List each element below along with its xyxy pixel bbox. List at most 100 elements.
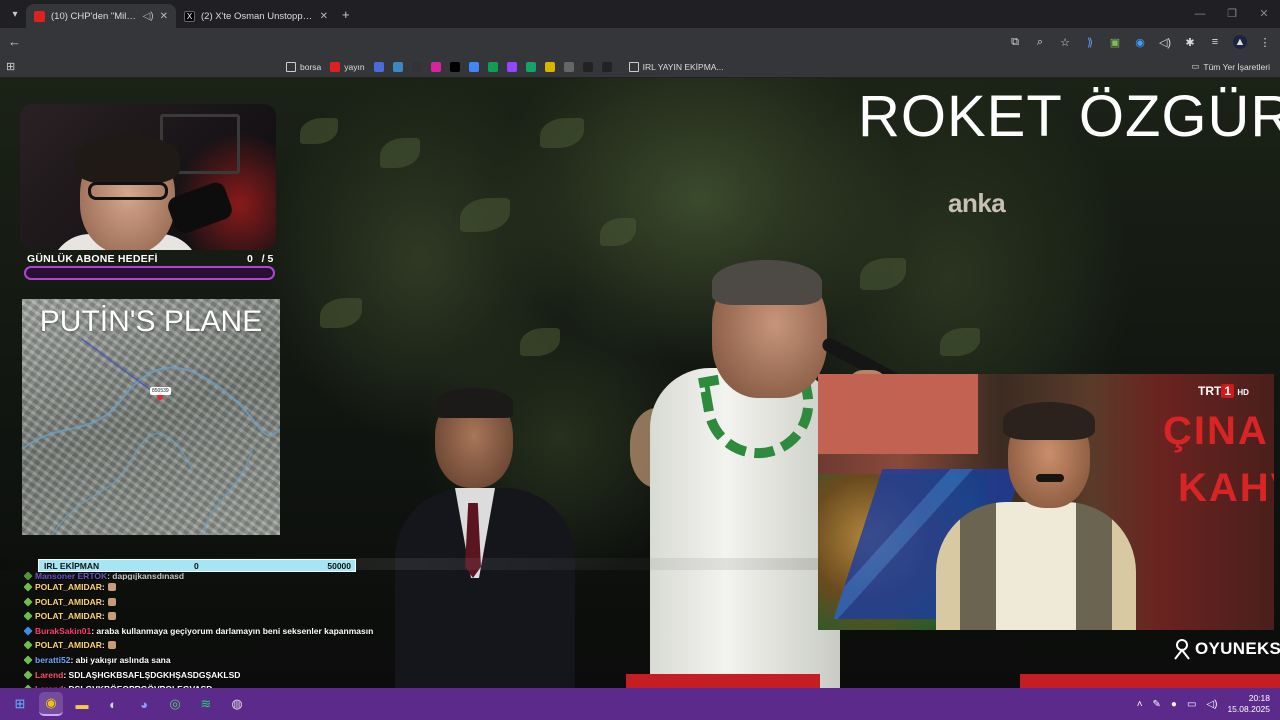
bookmark-item[interactable] [582, 62, 593, 72]
bookmarks-bar: ⊞ borsa yayın IRL YAYIN EKİPMA... ▭ Tüm Ye… [0, 56, 1280, 78]
bookmark-item[interactable] [430, 62, 441, 72]
headline-text: ROKET ÖZGÜR [858, 84, 1280, 149]
oyuneks-logo-icon [1174, 639, 1190, 660]
irl-equipment-goal-bar: IRL EKİPMAN 0 50000 [38, 559, 356, 572]
steam-icon[interactable]: ◐ [101, 692, 125, 716]
x-icon [449, 62, 460, 72]
chat-text: : araba kullanmaya geçiyorum darlamayın … [91, 625, 374, 636]
tv-sign-line2: KAHV [1178, 466, 1274, 510]
clock-date: 15.08.2025 [1227, 704, 1270, 714]
close-tab-icon[interactable]: ✕ [320, 11, 328, 22]
chevron-up-icon[interactable]: ˄ [1137, 699, 1143, 710]
reading-list-icon[interactable]: ≡ [1208, 35, 1222, 49]
bookmark-item[interactable] [544, 62, 555, 72]
x-icon: X [184, 10, 195, 22]
bookmark-item[interactable] [506, 62, 517, 72]
browser-tab-strip: ▾ (10) CHP'den "Millet İradesi ◁) ✕ X (2… [0, 0, 1280, 28]
kebab-menu-icon[interactable]: ⋮ [1258, 35, 1272, 49]
bookmark-1-icon [373, 62, 384, 72]
microphone-icon[interactable]: ● [1171, 699, 1177, 710]
chat-username[interactable]: POLAT_AMIDAR [35, 640, 102, 650]
chat-message: POLAT_AMIDAR: [24, 638, 374, 653]
tab-youtube[interactable]: (10) CHP'den "Millet İradesi ◁) ✕ [26, 4, 176, 28]
chrome-icon[interactable]: ◉ [39, 692, 63, 716]
user-badge-icon [24, 582, 33, 592]
tv-clip-inset: ÇINA KAHV TRT1 HD [818, 374, 1274, 630]
zoom-icon[interactable]: ⌕ [1033, 35, 1047, 49]
close-window-icon[interactable]: ✕ [1248, 0, 1280, 28]
bookmark-item[interactable] [563, 62, 574, 72]
chat-username[interactable]: POLAT_AMIDAR [35, 611, 102, 621]
install-app-icon[interactable]: ⧉ [1008, 35, 1022, 49]
extension-3-icon[interactable]: ◉ [1133, 35, 1147, 49]
volume-extension-icon[interactable]: ◁) [1158, 35, 1172, 49]
chat-username[interactable]: Larend [35, 670, 63, 680]
spotify-icon[interactable]: ≋ [194, 692, 218, 716]
display-icon[interactable]: ▭ [1187, 699, 1196, 710]
pen-icon[interactable]: ✎ [1153, 699, 1161, 710]
discord-icon[interactable]: ◕ [132, 692, 156, 716]
toolbar-actions: ⧉ ⌕ ☆ ⟫ ▣ ◉ ◁) ✱ ≡ ▲ ⋮ [1008, 28, 1272, 56]
sub-goal-progress-bar [24, 266, 275, 280]
bookmark-item[interactable] [601, 62, 612, 72]
bookmark-yellow-icon [544, 62, 555, 72]
obs-icon[interactable]: ◍ [225, 692, 249, 716]
chat-text: : [101, 611, 105, 622]
user-badge-icon [24, 626, 33, 636]
sub-goal-target: / 5 [261, 253, 274, 265]
chat-username[interactable]: POLAT_AMIDAR [35, 597, 102, 607]
docs-icon [468, 62, 479, 72]
bookmark-item[interactable]: borsa [286, 62, 321, 72]
back-arrow-icon[interactable]: ← [8, 34, 21, 49]
profile-avatar-icon[interactable]: ▲ [1233, 35, 1247, 49]
tab-title: (10) CHP'den "Millet İradesi [51, 10, 137, 22]
tab-x[interactable]: X (2) X'te Osman Unstoppable: "2 ✕ [176, 4, 336, 28]
chat-username[interactable]: POLAT_AMIDAR [35, 582, 102, 592]
apps-grid-icon[interactable]: ⊞ [6, 60, 15, 73]
bookmark-item[interactable] [373, 62, 384, 72]
bookmark-item[interactable]: IRL YAYIN EKİPMA... [628, 62, 724, 72]
bookmark-item[interactable] [392, 62, 403, 72]
maximize-icon[interactable]: ❐ [1216, 0, 1248, 28]
chat-emote-icon [107, 612, 116, 621]
bookmark-item[interactable] [449, 62, 460, 72]
trt-logo: TRT 1 HD [1198, 384, 1249, 398]
system-tray: ˄ ✎ ● ▭ ◁) 20:18 15.08.2025 [1137, 688, 1270, 720]
youtube-icon [330, 62, 341, 72]
extensions-puzzle-icon[interactable]: ✱ [1183, 35, 1197, 49]
speaker-icon[interactable]: ◁) [143, 11, 154, 22]
new-tab-button[interactable]: + [342, 7, 350, 22]
chat-text: : dapgıjkansdınasd [107, 572, 185, 580]
bookmark-item[interactable] [468, 62, 479, 72]
extension-2-icon[interactable]: ▣ [1108, 35, 1122, 49]
tab-search-icon[interactable]: ▾ [4, 3, 26, 25]
volume-icon[interactable]: ◁) [1206, 699, 1217, 710]
chat-message: POLAT_AMIDAR: [24, 580, 374, 595]
bookmark-item[interactable] [487, 62, 498, 72]
star-bookmark-icon[interactable]: ☆ [1058, 35, 1072, 49]
all-bookmarks[interactable]: ▭ Tüm Yer İşaretleri [1191, 61, 1270, 72]
chat-username[interactable]: beratti52 [35, 655, 70, 665]
whatsapp-icon[interactable]: ◎ [163, 692, 187, 716]
chat-emote-icon [107, 583, 116, 591]
close-tab-icon[interactable]: ✕ [160, 11, 168, 22]
stream-video[interactable]: ROKET ÖZGÜR anka GÜNLÜK ABONE HEDEFİ 0 /… [0, 78, 1280, 688]
trt-logo-hd: HD [1237, 388, 1249, 397]
windows-start-icon[interactable]: ⊞ [8, 692, 32, 716]
user-badge-icon [24, 640, 33, 650]
sub-goal-label: GÜNLÜK ABONE HEDEFİ [27, 253, 158, 265]
bookmark-item[interactable]: yayın [330, 62, 365, 72]
clock[interactable]: 20:18 15.08.2025 [1227, 693, 1270, 715]
extension-1-icon[interactable]: ⟫ [1083, 35, 1097, 49]
chat-username[interactable]: Mansoner ERTOK [35, 572, 107, 580]
chat-overlay: Mansoner ERTOK: dapgıjkansdınasd POLAT_AM… [24, 572, 374, 688]
chat-username[interactable]: BurakSakin01 [35, 626, 91, 636]
file-explorer-icon[interactable]: ▬ [70, 692, 94, 716]
minimize-icon[interactable]: — [1184, 0, 1216, 28]
plane-id-tag: 850539 [150, 387, 171, 395]
chat-emote-icon [107, 641, 116, 650]
bookmark-item[interactable] [525, 62, 536, 72]
bookmark-item[interactable] [411, 62, 422, 72]
chat-message: BurakSakin01: araba kullanmaya geçiyorum… [24, 624, 374, 639]
streamer-webcam [20, 104, 276, 250]
